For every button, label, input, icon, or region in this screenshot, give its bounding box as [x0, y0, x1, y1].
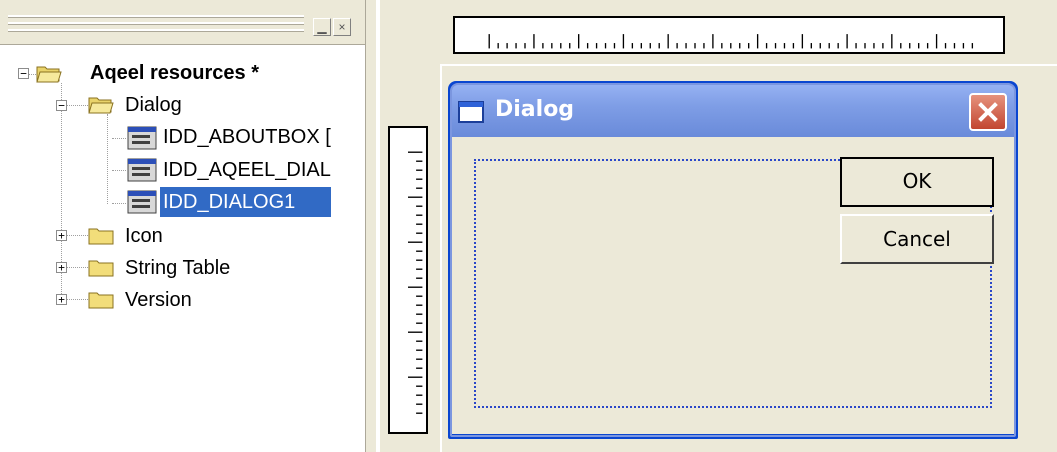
- tree-item-icon[interactable]: Icon: [125, 223, 163, 249]
- pane-splitter[interactable]: [365, 0, 377, 452]
- tree-line: [107, 114, 108, 204]
- dialog-title: Dialog: [495, 97, 575, 122]
- folder-icon: [88, 228, 114, 245]
- dialog-resource-icon: [127, 158, 157, 182]
- tree-root-label[interactable]: Aqeel resources *: [90, 60, 259, 86]
- tree-item-dialog[interactable]: Dialog: [125, 92, 182, 118]
- version-folder-expander[interactable]: +: [56, 294, 67, 305]
- grip-line: [8, 22, 304, 25]
- icon-folder-expander[interactable]: +: [56, 230, 67, 241]
- window-icon: [458, 101, 484, 123]
- tree-item-idd-dialog1[interactable]: IDD_DIALOG1: [163, 189, 295, 215]
- open-folder-icon: [36, 66, 62, 83]
- tree-pane-header: ▁ ×: [0, 0, 365, 45]
- tree-line: [112, 170, 126, 171]
- folder-icon: [88, 260, 114, 277]
- dialog-resource-icon: [127, 126, 157, 150]
- vertical-ruler[interactable]: [388, 126, 428, 434]
- dialog-folder-expander[interactable]: −: [56, 100, 67, 111]
- tree-line: [66, 235, 88, 236]
- cancel-button[interactable]: Cancel: [840, 214, 994, 264]
- close-button[interactable]: [969, 93, 1007, 131]
- tree-item-string-table[interactable]: String Table: [125, 255, 230, 281]
- tree-item-idd-aboutbox[interactable]: IDD_ABOUTBOX [: [163, 124, 331, 150]
- tree-line: [66, 105, 88, 106]
- grip-line: [8, 29, 304, 32]
- folder-icon: [88, 292, 114, 309]
- close-icon: [978, 102, 998, 122]
- tree-item-version[interactable]: Version: [125, 287, 192, 313]
- string-table-folder-expander[interactable]: +: [56, 262, 67, 273]
- close-pane-button[interactable]: ×: [333, 18, 351, 36]
- root-expander[interactable]: −: [18, 68, 29, 79]
- dialog-resource-icon: [127, 190, 157, 214]
- tree-item-idd-aqeel-dial[interactable]: IDD_AQEEL_DIAL: [163, 157, 331, 183]
- tree-line: [66, 299, 88, 300]
- tree-line: [112, 138, 126, 139]
- editor-edge: [377, 0, 380, 452]
- grip-line: [8, 15, 304, 18]
- open-folder-icon: [88, 97, 114, 114]
- ok-button[interactable]: OK: [840, 157, 994, 207]
- tree-line: [66, 267, 88, 268]
- horizontal-ruler[interactable]: [453, 16, 1005, 54]
- minimize-pane-button[interactable]: ▁: [313, 18, 331, 36]
- tree-line: [112, 203, 126, 204]
